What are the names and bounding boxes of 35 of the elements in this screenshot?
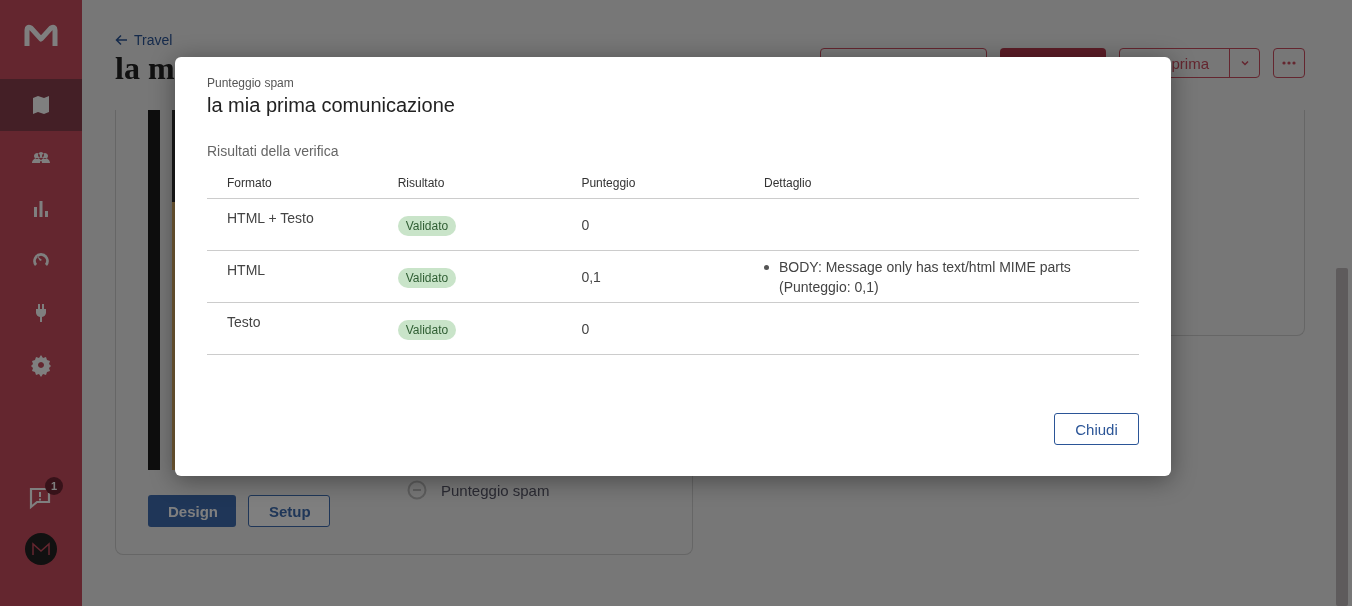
- status-badge: Validato: [397, 215, 457, 236]
- table-cell: 0: [561, 198, 744, 251]
- more-icon: [1282, 61, 1296, 65]
- close-button[interactable]: Chiudi: [1054, 413, 1139, 445]
- column-header: Formato: [207, 172, 378, 199]
- back-link[interactable]: Travel: [115, 32, 175, 48]
- notification-badge: 1: [45, 477, 63, 495]
- scrollbar-thumb[interactable]: [1336, 268, 1348, 606]
- modal-subtitle: Punteggio spam: [207, 76, 295, 90]
- status-badge: Validato: [397, 319, 457, 340]
- page-title: la m: [115, 50, 175, 87]
- avatar-icon[interactable]: [25, 533, 57, 565]
- more-button[interactable]: [1273, 48, 1305, 78]
- minus-circle-icon: [407, 480, 427, 500]
- table-cell: Testo: [207, 302, 378, 355]
- spam-check-item[interactable]: Punteggio spam: [407, 480, 550, 500]
- column-header: Risultato: [377, 172, 562, 199]
- table-cell: 0,1: [561, 250, 744, 303]
- spam-check-label: Punteggio spam: [441, 481, 550, 499]
- setup-button[interactable]: Setup: [248, 495, 330, 527]
- nav-item[interactable]: [0, 79, 82, 131]
- design-button[interactable]: Design: [148, 495, 236, 527]
- column-header: Punteggio: [561, 172, 744, 199]
- table-cell: HTML: [207, 250, 378, 303]
- table-cell: 0: [561, 302, 744, 355]
- detail-item: BODY: Message only has text/html MIME parts (Punteggio: 0,1): [779, 257, 1072, 297]
- modal-title: la mia prima comunicazione: [207, 94, 456, 117]
- table-cell: HTML + Testo: [207, 198, 378, 251]
- bullet-icon: [764, 264, 769, 270]
- back-arrow-icon: [115, 34, 128, 46]
- status-badge: Validato: [397, 267, 457, 288]
- back-link-label: Travel: [134, 32, 173, 48]
- column-header: Dettaglio: [744, 172, 1139, 199]
- section-title: Risultati della verifica: [207, 143, 340, 159]
- settings-icon: [29, 353, 53, 377]
